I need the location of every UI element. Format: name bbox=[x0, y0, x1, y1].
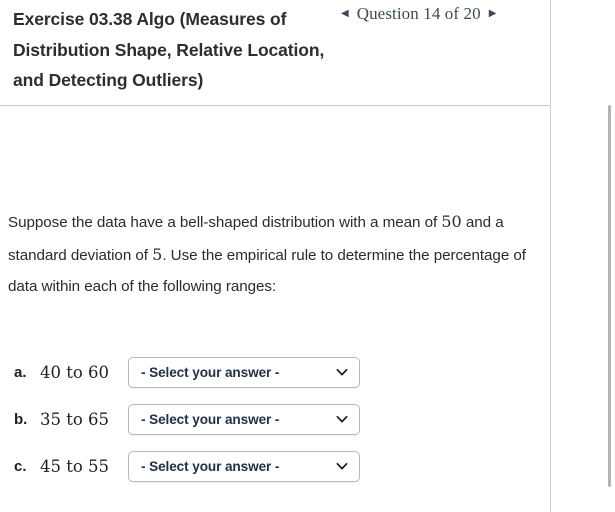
answer-range-b: 35 to 65 bbox=[40, 409, 110, 429]
answer-range-c: 45 to 55 bbox=[40, 456, 110, 476]
answer-select-b-value: - Select your answer - bbox=[141, 411, 280, 427]
next-question-icon[interactable]: ▶ bbox=[488, 7, 498, 21]
right-empty-pane bbox=[551, 0, 615, 512]
answer-letter-b: b. bbox=[14, 410, 28, 428]
main-content-column: Exercise 03.38 Algo (Measures of Distrib… bbox=[0, 0, 551, 512]
question-page: Exercise 03.38 Algo (Measures of Distrib… bbox=[0, 0, 615, 512]
exercise-title: Exercise 03.38 Algo (Measures of Distrib… bbox=[13, 9, 325, 90]
answer-row-a: a. 40 to 60 - Select your answer - bbox=[14, 356, 414, 388]
answer-letter-a: a. bbox=[14, 363, 27, 381]
question-prompt-block: Suppose the data have a bell-shaped dist… bbox=[8, 206, 538, 303]
answer-select-c-value: - Select your answer - bbox=[141, 458, 280, 474]
page-scrollbar-thumb[interactable] bbox=[608, 105, 611, 487]
answer-list: a. 40 to 60 - Select your answer - b. 35… bbox=[14, 356, 414, 497]
mean-value: 50 bbox=[441, 212, 462, 231]
previous-question-icon[interactable]: ◀ bbox=[340, 7, 350, 21]
answer-select-a-value: - Select your answer - bbox=[141, 364, 280, 380]
question-header: Exercise 03.38 Algo (Measures of Distrib… bbox=[0, 0, 550, 106]
answer-select-b[interactable]: - Select your answer - bbox=[128, 403, 360, 435]
question-prompt-text: Suppose the data have a bell-shaped dist… bbox=[8, 206, 538, 303]
answer-range-a: 40 to 60 bbox=[40, 362, 110, 382]
chevron-down-icon bbox=[334, 411, 350, 427]
chevron-down-icon bbox=[334, 458, 350, 474]
answer-select-c[interactable]: - Select your answer - bbox=[128, 450, 360, 482]
page-scrollbar-track[interactable] bbox=[608, 0, 615, 512]
chevron-down-icon bbox=[334, 364, 350, 380]
answer-row-c: c. 45 to 55 - Select your answer - bbox=[14, 450, 414, 482]
answer-select-a[interactable]: - Select your answer - bbox=[128, 356, 360, 388]
answer-row-b: b. 35 to 65 - Select your answer - bbox=[14, 403, 414, 435]
question-navigation: ◀ Question 14 of 20 ▶ bbox=[340, 3, 497, 25]
answer-letter-c: c. bbox=[14, 457, 27, 475]
question-counter-label: Question 14 of 20 bbox=[356, 4, 481, 23]
standard-deviation-value: 5 bbox=[152, 244, 163, 264]
prompt-segment-1: Suppose the data have a bell-shaped dist… bbox=[8, 214, 442, 231]
